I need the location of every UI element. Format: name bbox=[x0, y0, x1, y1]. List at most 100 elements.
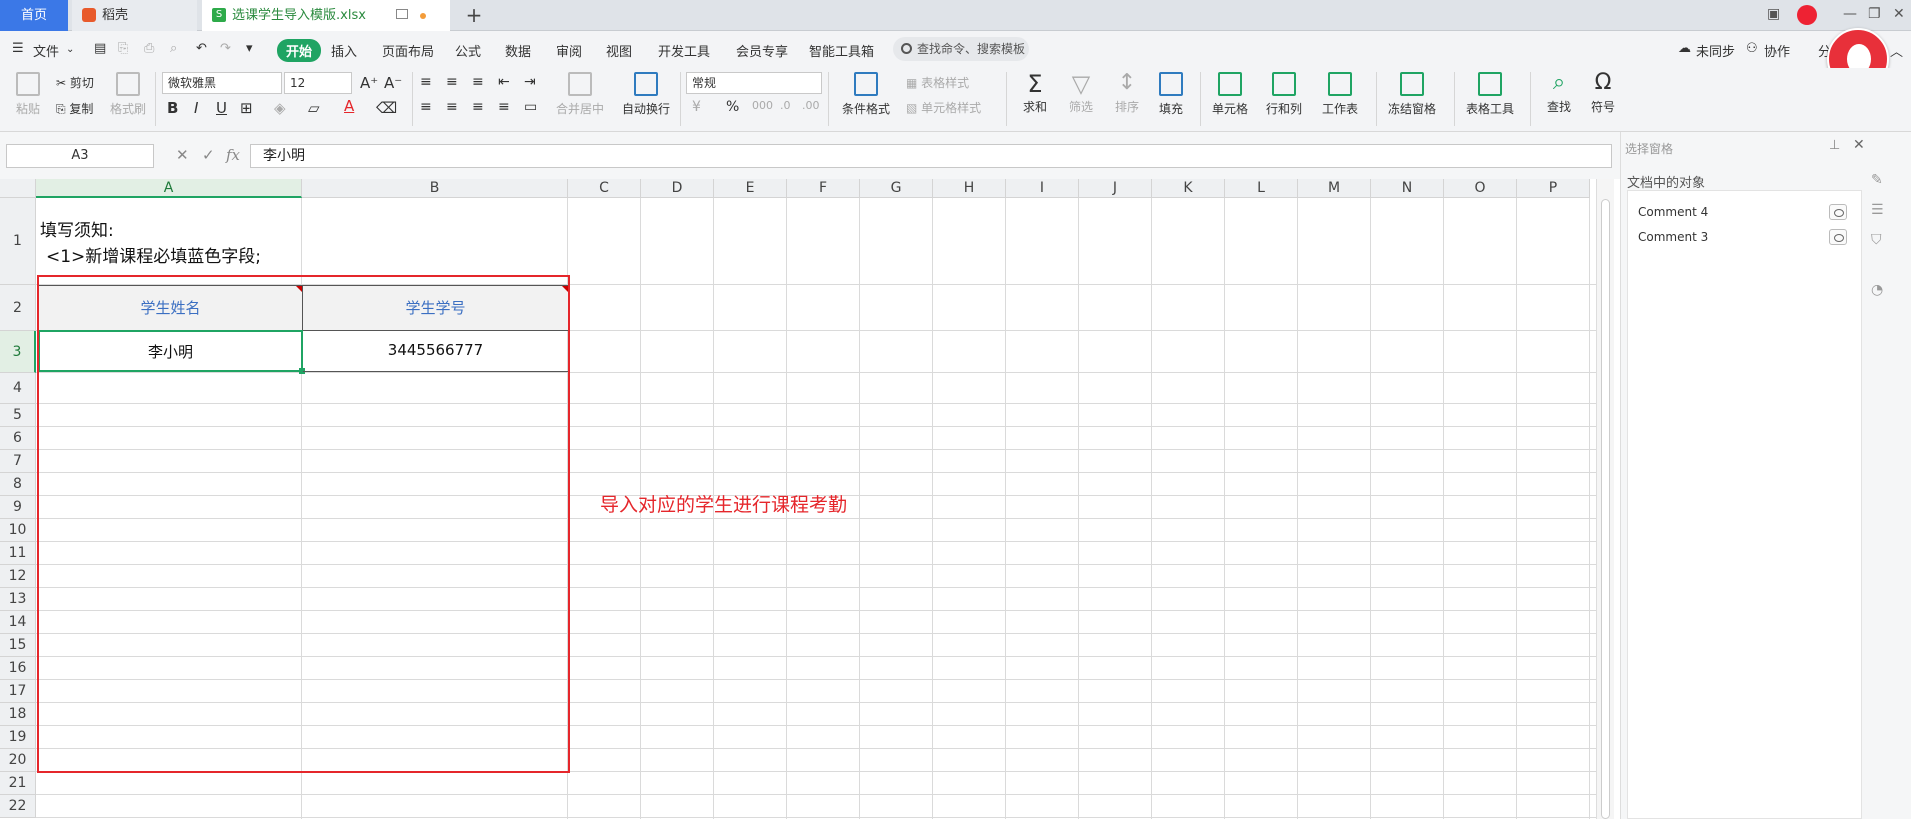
pane-tool-icon[interactable]: ◔ bbox=[1871, 282, 1891, 298]
formula-input[interactable]: 李小明 bbox=[250, 144, 1612, 168]
decimal-increase-icon[interactable]: .0 bbox=[780, 99, 791, 112]
scroll-thumb[interactable] bbox=[1601, 199, 1610, 819]
conditional-format-button[interactable]: 条件格式 bbox=[836, 72, 896, 117]
column-header-j[interactable]: J bbox=[1079, 179, 1152, 198]
cell-style-button[interactable]: ▧ 单元格样式 bbox=[906, 99, 981, 116]
symbol-button[interactable]: Ω 符号 bbox=[1582, 70, 1624, 115]
selection-pane-title[interactable]: 选择窗格 bbox=[1625, 140, 1673, 157]
tab-view[interactable]: 视图 bbox=[606, 41, 632, 60]
settings-sliders-icon[interactable]: ☰ bbox=[1871, 202, 1891, 218]
font-color-button[interactable]: A bbox=[344, 97, 354, 115]
thousands-icon[interactable]: 000 bbox=[752, 99, 773, 112]
row-header-12[interactable]: 12 bbox=[0, 565, 36, 588]
command-search[interactable]: 查找命令、搜索模板 bbox=[893, 37, 1029, 61]
new-tab-button[interactable]: + bbox=[462, 0, 486, 31]
decrease-font-icon[interactable]: A⁻ bbox=[384, 74, 402, 92]
cell-button[interactable]: 单元格 bbox=[1206, 72, 1254, 117]
customize-icon[interactable]: ▾ bbox=[246, 41, 253, 56]
distribute-icon[interactable]: ▭ bbox=[524, 99, 537, 115]
bold-button[interactable]: B bbox=[167, 99, 178, 117]
row-header-7[interactable]: 7 bbox=[0, 450, 36, 473]
row-header-14[interactable]: 14 bbox=[0, 611, 36, 634]
select-all-corner[interactable] bbox=[0, 179, 36, 198]
confirm-icon[interactable]: ✓ bbox=[202, 146, 215, 164]
border-icon[interactable]: ⊞ bbox=[240, 99, 253, 117]
row-header-1[interactable]: 1 bbox=[0, 198, 36, 285]
row-header-3[interactable]: 3 bbox=[0, 331, 36, 373]
indent-decrease-icon[interactable]: ⇤ bbox=[498, 74, 510, 90]
column-header-g[interactable]: G bbox=[860, 179, 933, 198]
preview-icon[interactable]: ⌕ bbox=[170, 41, 177, 56]
row-header-15[interactable]: 15 bbox=[0, 634, 36, 657]
collapse-ribbon-icon[interactable]: ︿ bbox=[1890, 41, 1903, 60]
column-header-c[interactable]: C bbox=[568, 179, 641, 198]
vertical-scrollbar[interactable] bbox=[1596, 179, 1614, 819]
window-count-icon[interactable]: ▣ bbox=[1767, 6, 1780, 22]
font-size-select[interactable]: 12 bbox=[284, 72, 352, 94]
fill-color-icon[interactable]: ◈ bbox=[274, 99, 286, 117]
wrap-text-button[interactable]: 自动换行 bbox=[620, 72, 672, 117]
tab-start[interactable]: 开始 bbox=[277, 39, 322, 62]
percent-button[interactable]: % bbox=[726, 99, 739, 115]
align-left-icon[interactable]: ≡ bbox=[420, 99, 432, 115]
column-header-n[interactable]: N bbox=[1371, 179, 1444, 198]
align-right-icon[interactable]: ≡ bbox=[472, 99, 484, 115]
object-item[interactable]: Comment 4 bbox=[1633, 201, 1855, 223]
cloud-icon[interactable]: ☁ bbox=[1678, 41, 1691, 56]
minimize-icon[interactable]: — bbox=[1843, 6, 1857, 22]
collab-icon[interactable]: ⚇ bbox=[1746, 41, 1758, 56]
tab-formula[interactable]: 公式 bbox=[455, 41, 481, 60]
tab-member[interactable]: 会员专享 bbox=[736, 41, 788, 60]
filter-pane-icon[interactable]: ⛉ bbox=[1871, 232, 1891, 248]
paste-button[interactable]: 粘贴 bbox=[8, 72, 48, 117]
cancel-icon[interactable]: ✕ bbox=[176, 146, 189, 164]
row-header-13[interactable]: 13 bbox=[0, 588, 36, 611]
highlight-icon[interactable]: ▱ bbox=[308, 99, 320, 117]
column-header-f[interactable]: F bbox=[787, 179, 860, 198]
restore-icon[interactable]: ❐ bbox=[1868, 6, 1881, 22]
column-header-k[interactable]: K bbox=[1152, 179, 1225, 198]
row-header-17[interactable]: 17 bbox=[0, 680, 36, 703]
column-header-a[interactable]: A bbox=[36, 179, 302, 198]
column-header-h[interactable]: H bbox=[933, 179, 1006, 198]
name-box[interactable]: A3 bbox=[6, 144, 154, 168]
row-header-11[interactable]: 11 bbox=[0, 542, 36, 565]
tab-smart-tools[interactable]: 智能工具箱 bbox=[809, 41, 874, 60]
close-pane-icon[interactable]: ✕ bbox=[1853, 137, 1865, 153]
column-header-b[interactable]: B bbox=[302, 179, 568, 198]
print-icon[interactable]: ⎙ bbox=[144, 41, 154, 56]
column-header-l[interactable]: L bbox=[1225, 179, 1298, 198]
tab-developer[interactable]: 开发工具 bbox=[658, 41, 710, 60]
row-header-21[interactable]: 21 bbox=[0, 772, 36, 795]
filter-button[interactable]: ▽ 筛选 bbox=[1060, 70, 1102, 115]
find-button[interactable]: ⌕ 查找 bbox=[1538, 70, 1580, 115]
pin-icon[interactable]: ⊥ bbox=[1829, 138, 1840, 153]
undo-icon[interactable]: ↶ bbox=[196, 41, 207, 56]
column-header-m[interactable]: M bbox=[1298, 179, 1371, 198]
row-header-16[interactable]: 16 bbox=[0, 657, 36, 680]
align-bottom-icon[interactable]: ≡ bbox=[472, 74, 484, 90]
clear-format-icon[interactable]: ⌫ bbox=[376, 99, 397, 117]
avatar[interactable] bbox=[1797, 5, 1817, 25]
visibility-toggle-icon[interactable] bbox=[1829, 204, 1847, 220]
column-header-i[interactable]: I bbox=[1006, 179, 1079, 198]
font-name-select[interactable]: 微软雅黑 bbox=[162, 72, 282, 94]
row-header-22[interactable]: 22 bbox=[0, 795, 36, 818]
row-header-5[interactable]: 5 bbox=[0, 404, 36, 427]
collab-button[interactable]: 协作 bbox=[1764, 41, 1790, 60]
close-window-icon[interactable]: ✕ bbox=[1893, 6, 1905, 22]
sort-button[interactable]: ↕ 排序 bbox=[1106, 70, 1148, 115]
instructions-line[interactable]: <1>新增课程必填蓝色字段; bbox=[46, 242, 261, 267]
row-header-18[interactable]: 18 bbox=[0, 703, 36, 726]
table-tools-button[interactable]: 表格工具 bbox=[1460, 72, 1520, 117]
row-col-button[interactable]: 行和列 bbox=[1260, 72, 1308, 117]
copy-button[interactable]: ⎘ 复制 bbox=[56, 100, 93, 117]
number-format-select[interactable]: 常规 bbox=[686, 72, 822, 94]
row-header-19[interactable]: 19 bbox=[0, 726, 36, 749]
save-icon[interactable]: ▤ bbox=[94, 41, 106, 56]
row-header-4[interactable]: 4 bbox=[0, 373, 36, 404]
justify-icon[interactable]: ≡ bbox=[498, 99, 510, 115]
merge-center-button[interactable]: 合并居中 bbox=[550, 72, 610, 117]
column-header-o[interactable]: O bbox=[1444, 179, 1517, 198]
align-top-icon[interactable]: ≡ bbox=[420, 74, 432, 90]
